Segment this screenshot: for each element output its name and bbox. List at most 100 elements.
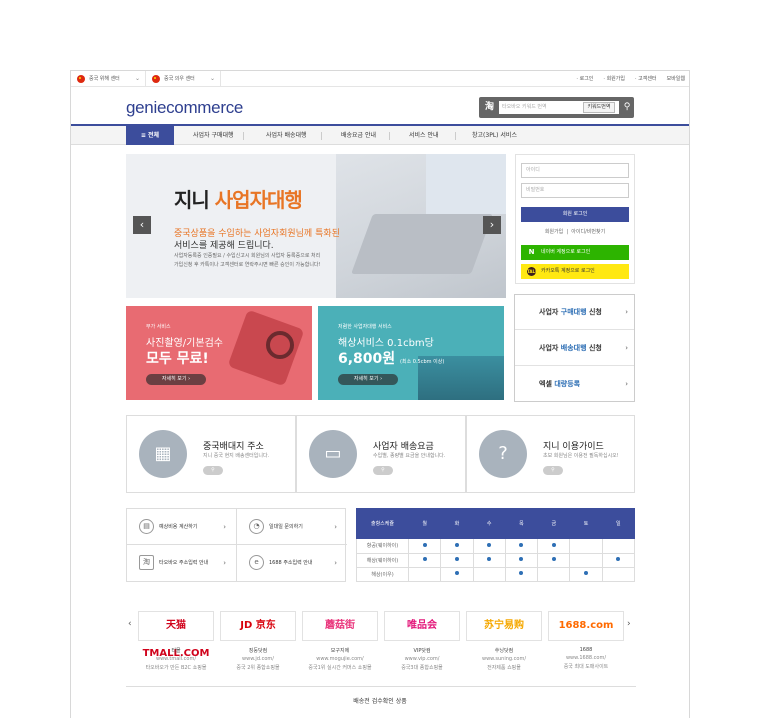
departure-schedule: 출항스케쥴 월 화 수 목 금 토 일 항공(웨이하이) 해상(웨이하이) 해상(이… bbox=[356, 507, 636, 583]
hero-line3: 사업자등록증 인증필요 / 수입신고시 회원님의 사업자 등록증으로 처리 bbox=[174, 253, 321, 259]
more-button[interactable]: 자세히 보기 › bbox=[146, 374, 206, 385]
naver-login-button[interactable]: N 네이버 계정으로 로그인 bbox=[521, 245, 629, 260]
shop-desc: 중국 2위 종합쇼핑몰 bbox=[236, 665, 280, 671]
divider bbox=[455, 132, 456, 140]
schedule-header-row: 출항스케쥴 월 화 수 목 금 토 일 bbox=[356, 507, 636, 540]
address-1688-guide-link[interactable]: e 1688 주소입력 안내 › bbox=[237, 545, 347, 581]
login-button[interactable]: 회원 로그인 bbox=[521, 207, 629, 222]
search-icon[interactable]: ⚲ bbox=[203, 466, 223, 475]
kakao-login-button[interactable]: TALK 카카오톡 계정으로 로그인 bbox=[521, 264, 629, 279]
join-link[interactable]: 회원가입 bbox=[545, 229, 563, 235]
departure-dot-icon bbox=[454, 557, 459, 562]
departure-dot-icon bbox=[487, 557, 492, 562]
inquiry-link[interactable]: ◔ 일대일 문의하기 › bbox=[237, 509, 347, 545]
shop-desc: 타오바오가 만든 B2C 쇼핑몰 bbox=[145, 665, 207, 671]
departure-dot-icon bbox=[551, 542, 556, 547]
banner-small: 저렴한 사업자대행 서비스 bbox=[338, 324, 392, 330]
naver-icon: N bbox=[528, 248, 535, 256]
money-icon: ▭ bbox=[309, 430, 357, 478]
shop-item[interactable]: 苏宁易购 쑤닝닷컴 www.suning.com/전자제품 쇼핑몰 bbox=[466, 611, 542, 671]
nav-all-button[interactable]: ≡ 전체 bbox=[126, 126, 174, 145]
chevron-right-icon: › bbox=[625, 308, 628, 316]
cost-calculator-link[interactable]: ▤ 예상비용 계산하기 › bbox=[127, 509, 237, 545]
shop-item[interactable]: 天猫 TMALL.COM 티몰 www.tmall.com/타오바오가 만든 B2C… bbox=[138, 611, 214, 671]
search-icon[interactable]: ⚲ bbox=[373, 466, 393, 475]
banner-small: 부가 서비스 bbox=[146, 324, 171, 330]
shop-url[interactable]: www.1688.com/ bbox=[548, 655, 624, 661]
schedule-cell bbox=[504, 552, 539, 568]
schedule-row: 해상(웨이하이) bbox=[356, 552, 636, 568]
china-address-card[interactable]: ▦ 중국배대지 주소 지니 중국 현지 배송센터입니다. ⚲ bbox=[126, 415, 296, 493]
schedule-cell bbox=[472, 552, 506, 568]
shop-item[interactable]: JD 京东 징둥닷컴 www.jd.com/중국 2위 종합쇼핑몰 bbox=[220, 611, 296, 671]
center-selector-yiwu[interactable]: 중국 의우 센터 ⌄ bbox=[146, 71, 221, 86]
id-field[interactable]: 아이디 bbox=[521, 163, 629, 178]
shop-url[interactable]: www.mogujie.com/ bbox=[302, 656, 378, 662]
shop-url[interactable]: www.suning.com/ bbox=[466, 656, 542, 662]
hero-line4: 가입신청 후 카톡이나 고객센터로 연락주시면 빠른 승인이 가능합니다! bbox=[174, 262, 321, 268]
shop-url[interactable]: www.vip.com/ bbox=[384, 656, 460, 662]
taobao-address-guide-link[interactable]: 淘 타오바오 주소입력 안내 › bbox=[127, 545, 237, 581]
shop-logo[interactable]: 蘑菇街 bbox=[302, 611, 378, 641]
china-flag-icon bbox=[77, 74, 85, 83]
nav-item-rates[interactable]: 배송요금 안내 bbox=[341, 126, 376, 145]
shop-logo[interactable]: 1688.com bbox=[548, 611, 624, 641]
departure-dot-icon bbox=[487, 542, 492, 547]
search-icon[interactable]: ⚲ bbox=[543, 466, 563, 475]
center-label: 중국 의우 센터 bbox=[164, 76, 195, 82]
user-guide-card[interactable]: ? 지니 이용가이드 초보 회원님은 이용전 필독하십시오! ⚲ bbox=[466, 415, 635, 493]
schedule-cell bbox=[407, 552, 442, 568]
divider bbox=[389, 132, 390, 140]
departure-dot-icon bbox=[454, 571, 459, 576]
shop-item[interactable]: 唯品会 VIP닷컴 www.vip.com/중국3대 종합쇼핑몰 bbox=[384, 611, 460, 671]
shop-logo[interactable]: 苏宁易购 bbox=[466, 611, 542, 641]
nav-item-purchase[interactable]: 사업자 구매대행 bbox=[193, 126, 234, 145]
shop-desc: 전자제품 쇼핑몰 bbox=[487, 665, 521, 671]
kakao-login-label: 카카오톡 계정으로 로그인 bbox=[541, 268, 595, 274]
label: 일대일 문의하기 bbox=[269, 524, 303, 530]
question-icon: ? bbox=[479, 430, 527, 478]
shop-item[interactable]: 蘑菇街 모구지에 www.mogujie.com/중국1위 실시간 커머스 쇼핑몰 bbox=[302, 611, 378, 671]
sea-freight-banner[interactable]: 저렴한 사업자대행 서비스 해상서비스 0.1cbm당 6,800원 (최소 0… bbox=[318, 306, 504, 400]
label: 사업자 bbox=[539, 344, 561, 352]
schedule-cell bbox=[537, 566, 571, 583]
nav-item-3pl[interactable]: 창고(3PL) 서비스 bbox=[472, 126, 517, 145]
password-field[interactable]: 비밀번호 bbox=[521, 183, 629, 198]
hero-prev-button[interactable]: ‹ bbox=[133, 216, 151, 234]
schedule-row: 항공(웨이하이) bbox=[356, 538, 636, 554]
shop-logo[interactable]: JD 京东 bbox=[220, 611, 296, 641]
more-button[interactable]: 자세히 보기 › bbox=[338, 374, 398, 385]
center-selector-weihai[interactable]: 중국 위해 센터 ⌄ bbox=[71, 71, 146, 86]
nav-item-shipping[interactable]: 사업자 배송대행 bbox=[266, 126, 307, 145]
schedule-cell bbox=[440, 552, 474, 568]
excel-bulk-upload[interactable]: 엑셀 대량등록 › bbox=[515, 367, 634, 402]
signup-link[interactable]: · 회원가입 bbox=[603, 75, 625, 82]
site-logo[interactable]: geniecommerce bbox=[126, 98, 243, 118]
free-photo-banner[interactable]: 부가 서비스 사진촬영/기본검수 모두 무료! 자세히 보기 › bbox=[126, 306, 312, 400]
schedule-cell bbox=[569, 552, 603, 568]
mobile-web-link[interactable]: 모바일웹 bbox=[667, 75, 685, 82]
card-desc: 수입별, 종량별 요금을 안내합니다. bbox=[373, 453, 446, 459]
hero-next-button[interactable]: › bbox=[483, 216, 501, 234]
customer-center-link[interactable]: · 고객센터 bbox=[635, 75, 657, 82]
search-icon[interactable]: ⚲ bbox=[621, 100, 633, 115]
nav-item-service-guide[interactable]: 서비스 안내 bbox=[409, 126, 439, 145]
login-link[interactable]: · 로그인 bbox=[576, 75, 593, 82]
hero-line2: 서비스를 제공해 드립니다. bbox=[174, 241, 274, 251]
shipping-fee-card[interactable]: ▭ 사업자 배송요금 수입별, 종량별 요금을 안내합니다. ⚲ bbox=[296, 415, 466, 493]
schedule-cell bbox=[440, 566, 474, 583]
top-bar: 중국 위해 센터 ⌄ 중국 의우 센터 ⌄ · 로그인 · 회원가입 · 고객센… bbox=[71, 71, 689, 87]
biz-purchase-apply[interactable]: 사업자 구매대행 신청 › bbox=[515, 295, 634, 330]
day-header: 월 bbox=[407, 507, 442, 540]
shop-item[interactable]: 1688.com 1688 www.1688.com/중국 최대 도매사이트 bbox=[548, 611, 624, 670]
biz-shipping-apply[interactable]: 사업자 배송대행 신청 › bbox=[515, 331, 634, 366]
label-accent: 대량등록 bbox=[554, 380, 581, 388]
hero-banner[interactable]: 지니 사업자대행 중국상품을 수입하는 사업자회원님께 특화된 서비스를 제공해… bbox=[126, 154, 506, 298]
day-header: 금 bbox=[537, 507, 571, 540]
shop-url[interactable]: www.jd.com/ bbox=[220, 656, 296, 662]
inspection-section-title: 배송전 검수확인 상품 bbox=[353, 698, 407, 705]
find-account-link[interactable]: 아이디/비번찾기 bbox=[571, 229, 605, 235]
shop-logo[interactable]: 唯品会 bbox=[384, 611, 460, 641]
shop-logo[interactable]: 天猫 TMALL.COM bbox=[138, 611, 214, 659]
keyword-translate-button[interactable]: 키워드번역 bbox=[583, 102, 615, 113]
